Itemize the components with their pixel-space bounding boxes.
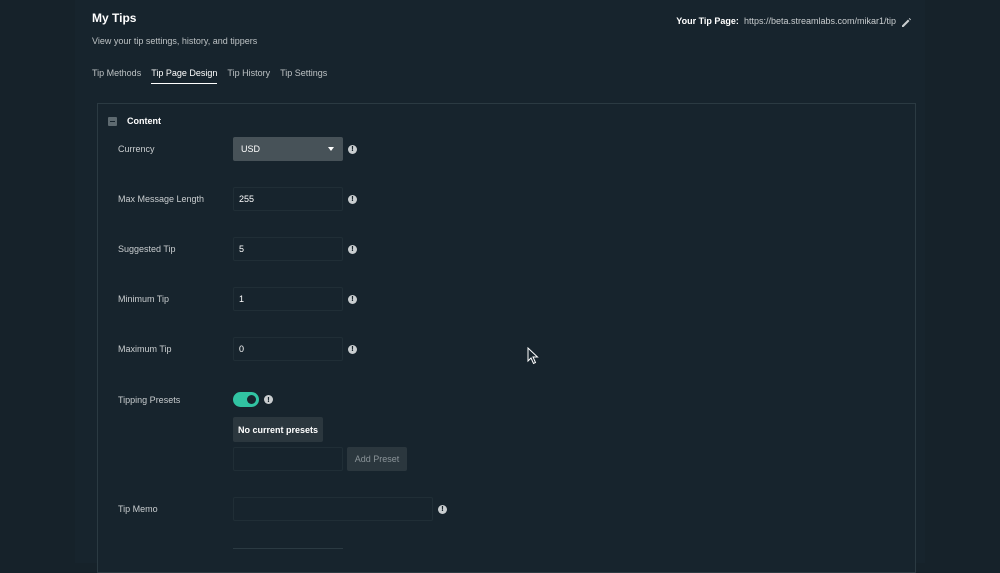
page-title: My Tips: [92, 11, 137, 25]
tipping-presets-row: Tipping Presets !: [118, 392, 273, 407]
next-field-cutoff[interactable]: [233, 548, 343, 572]
tipping-presets-toggle[interactable]: [233, 392, 259, 407]
chevron-down-icon: [328, 147, 334, 151]
currency-select[interactable]: USD: [233, 137, 343, 161]
pencil-icon[interactable]: [901, 15, 912, 27]
tip-memo-row: Tip Memo !: [118, 497, 447, 521]
tip-memo-label: Tip Memo: [118, 504, 158, 514]
tipping-presets-label: Tipping Presets: [118, 394, 181, 405]
info-icon[interactable]: !: [348, 344, 357, 354]
max-message-length-label: Max Message Length: [118, 194, 205, 204]
maximum-tip-label: Maximum Tip: [118, 344, 172, 354]
info-icon[interactable]: !: [438, 504, 447, 514]
info-icon[interactable]: !: [348, 144, 357, 154]
suggested-tip-row: Suggested Tip 5 !: [118, 237, 357, 261]
tip-page-url[interactable]: https://beta.streamlabs.com/mikar1/tip: [744, 16, 896, 26]
tip-memo-input[interactable]: [233, 497, 433, 521]
preset-amount-input[interactable]: [233, 447, 343, 471]
currency-label: Currency: [118, 144, 155, 154]
page-subtitle: View your tip settings, history, and tip…: [92, 36, 258, 46]
content-settings-card: Content Currency USD ! Max Message Lengt…: [97, 103, 916, 573]
tab-tip-settings[interactable]: Tip Settings: [280, 68, 327, 84]
tip-page-link: Your Tip Page: https://beta.streamlabs.c…: [676, 15, 912, 27]
add-preset-button[interactable]: Add Preset: [347, 447, 407, 471]
no-presets-message: No current presets: [233, 417, 324, 442]
info-icon[interactable]: !: [264, 395, 273, 404]
info-icon[interactable]: !: [348, 294, 357, 304]
currency-value: USD: [241, 144, 261, 154]
tab-bar: Tip Methods Tip Page Design Tip History …: [92, 68, 327, 84]
maximum-tip-input[interactable]: 0: [233, 337, 343, 361]
section-title: Content: [127, 116, 161, 126]
suggested-tip-input[interactable]: 5: [233, 237, 343, 261]
currency-row: Currency USD !: [118, 137, 357, 161]
collapse-icon[interactable]: [108, 116, 117, 126]
maximum-tip-row: Maximum Tip 0 !: [118, 337, 357, 361]
minimum-tip-label: Minimum Tip: [118, 294, 170, 304]
max-message-length-input[interactable]: 255: [233, 187, 343, 211]
mouse-cursor-icon: [527, 347, 539, 365]
content-section-header: Content: [108, 116, 161, 126]
tab-tip-methods[interactable]: Tip Methods: [92, 68, 141, 84]
info-icon[interactable]: !: [348, 244, 357, 254]
tips-page: My Tips View your tip settings, history,…: [75, 0, 925, 573]
minimum-tip-row: Minimum Tip 1 !: [118, 287, 357, 311]
suggested-tip-label: Suggested Tip: [118, 244, 176, 254]
info-icon[interactable]: !: [348, 194, 357, 204]
minimum-tip-input[interactable]: 1: [233, 287, 343, 311]
max-message-length-row: Max Message Length 255 !: [118, 187, 357, 211]
tip-page-label: Your Tip Page:: [676, 15, 739, 26]
tab-tip-page-design[interactable]: Tip Page Design: [151, 68, 218, 84]
toggle-knob: [247, 395, 256, 404]
tab-tip-history[interactable]: Tip History: [227, 68, 270, 84]
